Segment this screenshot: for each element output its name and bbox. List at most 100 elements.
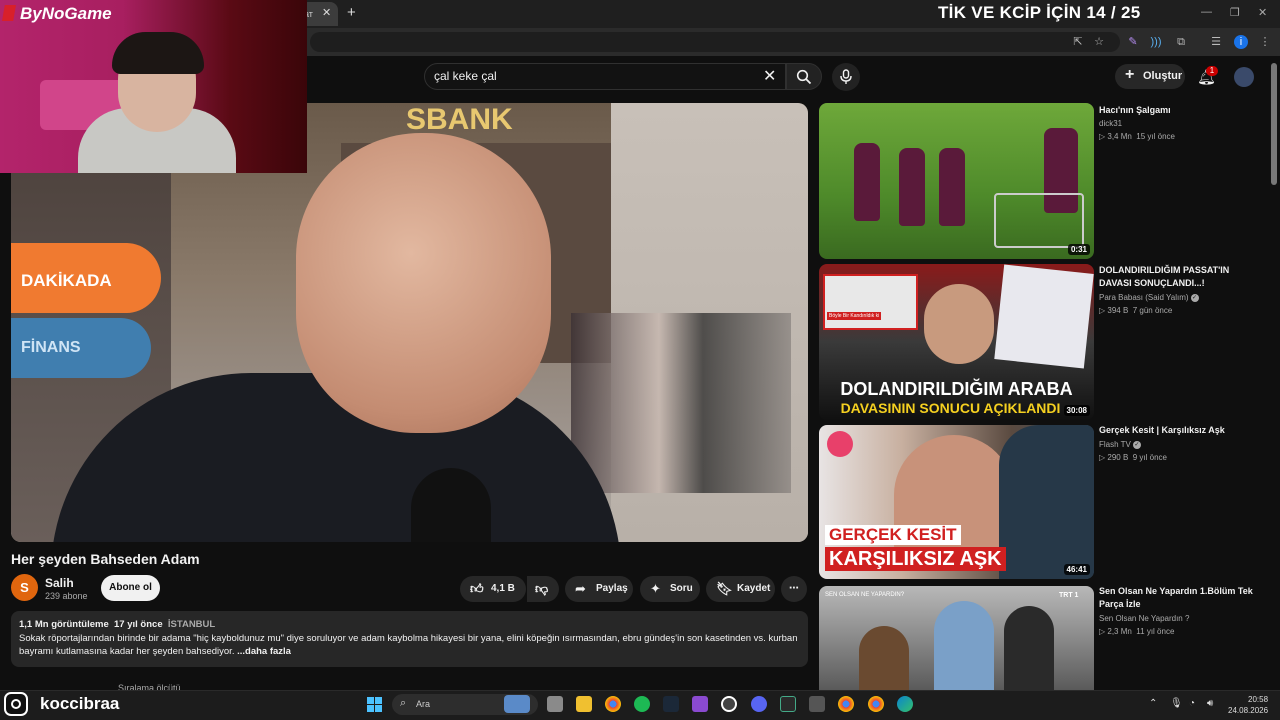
flash-tv-logo-icon <box>827 431 853 457</box>
bookmark-icon: 🔖︎ <box>716 581 733 596</box>
recommendation-title[interactable]: Hacı'nın Şalgamı <box>1099 104 1259 117</box>
spotify-icon[interactable] <box>634 696 650 712</box>
file-explorer-icon[interactable] <box>576 696 592 712</box>
page-scrollbar[interactable] <box>1271 63 1277 185</box>
more-actions-button[interactable]: ⋯ <box>781 576 807 602</box>
thumb-cart <box>994 193 1084 248</box>
media-player-icon[interactable] <box>780 696 796 712</box>
extension-audio-icon[interactable]: ))) <box>1149 35 1163 49</box>
recommendation-title[interactable]: Gerçek Kesit | Karşılıksız Aşk <box>1099 424 1259 437</box>
profile-icon[interactable]: i <box>1234 35 1248 49</box>
view-count: 1,1 Mn görüntüleme <box>19 619 109 630</box>
search-highlight-icon <box>504 695 530 713</box>
location-tag[interactable]: İSTANBUL <box>168 619 215 630</box>
thumb-inset-text: Böyle Bir Kandırıldık ki <box>827 312 882 320</box>
microphone-tray-icon[interactable]: 🎙︎ <box>1170 698 1183 709</box>
share-arrow-icon: ➦ <box>575 581 586 596</box>
volume-icon[interactable]: 🔊︎ <box>1207 698 1213 709</box>
app-icon[interactable] <box>809 696 825 712</box>
recommendation-title[interactable]: Sen Olsan Ne Yapardın 1.Bölüm Tek Parça … <box>1099 585 1259 611</box>
recommendation-channel[interactable]: Sen Olsan Ne Yapardın ? <box>1099 614 1189 623</box>
tray-overflow-chevron-icon[interactable]: ⌃ <box>1149 698 1157 709</box>
share-button[interactable]: ➦ Paylaş <box>565 576 633 602</box>
close-window-icon[interactable]: ✕ <box>1258 6 1267 19</box>
reading-list-icon[interactable]: ☰ <box>1209 35 1223 49</box>
thumb-bottle <box>899 148 925 226</box>
instagram-handle: koccibraa <box>40 694 120 713</box>
windows-start-icon[interactable] <box>367 697 382 712</box>
windows-logo-icon <box>367 697 382 712</box>
recommendation-thumbnail[interactable]: SEN OLSAN NE YAPARDIN? TRT 1 <box>819 586 1094 690</box>
thumb-caption-2: DAVASININ SONUCU AÇIKLANDI <box>840 400 1061 416</box>
network-icon[interactable]: ◔ <box>1189 698 1195 709</box>
recommendation-title[interactable]: DOLANDIRILDIĞIM PASSAT'IN DAVASI SONUÇLA… <box>1099 264 1259 290</box>
thumb-caption: DOLANDIRILDIĞIM ARABA <box>840 379 1073 399</box>
verified-check-icon: ✓ <box>1132 440 1141 449</box>
description-body: Sokak röportajlarından birinde bir adama… <box>19 633 798 657</box>
search-button[interactable] <box>786 63 822 90</box>
recommendation-channel-name: Para Babası (Said Yalım) <box>1099 293 1189 302</box>
account-avatar[interactable] <box>1234 67 1254 87</box>
twitch-app-icon[interactable] <box>692 696 708 712</box>
chrome-icon[interactable] <box>605 696 621 712</box>
recommendation-views: 3,4 Mn <box>1107 132 1132 141</box>
recommendation-thumbnail[interactable]: Böyle Bir Kandırıldık ki DOLANDIRILDIĞIM… <box>819 264 1094 420</box>
taskbar-clock[interactable]: 20:58 24.08.2026 <box>1228 694 1268 716</box>
video-man-head <box>296 133 551 433</box>
maximize-icon[interactable]: ❐ <box>1230 6 1240 19</box>
recommendation-channel[interactable]: Para Babası (Said Yalım) ✓ <box>1099 293 1199 302</box>
video-crowd <box>571 313 791 493</box>
chrome-profile-icon[interactable] <box>838 696 854 712</box>
recommendation-channel[interactable]: Flash TV ✓ <box>1099 440 1141 449</box>
task-view-icon[interactable] <box>547 696 563 712</box>
instagram-icon <box>4 692 28 716</box>
video-title: Her şeyden Bahseden Adam <box>11 551 200 567</box>
recommendation-thumbnail[interactable]: GERÇEK KESİT KARŞILIKSIZ AŞK 46:41 <box>819 425 1094 579</box>
thumb-caption: SEN OLSAN NE YAPARDIN? <box>825 592 905 598</box>
thumb-person <box>859 626 909 690</box>
dislike-button[interactable]: 👎︎ <box>527 576 559 602</box>
recommendation-thumbnail[interactable]: 0:31 <box>819 103 1094 259</box>
recommendation-age: 15 yıl önce <box>1136 132 1175 141</box>
video-bank-sign: SBANK <box>406 103 513 136</box>
save-button[interactable]: 🔖︎ Kaydet <box>706 576 775 602</box>
create-button[interactable]: + Oluştur <box>1115 64 1185 89</box>
thumb-man <box>999 425 1094 579</box>
chrome-profile-2-icon[interactable] <box>868 696 884 712</box>
thumb-person <box>934 601 994 690</box>
taskbar-search[interactable]: ⌕ Ara <box>392 694 538 715</box>
channel-avatar[interactable]: S <box>11 574 38 601</box>
recommendation-channel[interactable]: dick31 <box>1099 119 1122 128</box>
subscribe-button[interactable]: Abone ol <box>101 575 160 601</box>
clock-time: 20:58 <box>1248 695 1269 704</box>
clear-search-icon[interactable]: ✕ <box>763 66 776 86</box>
extensions-puzzle-icon[interactable]: ⧉ <box>1174 35 1188 49</box>
recommendation-views: 2,3 Mn <box>1107 627 1132 636</box>
duration-badge: 0:31 <box>1067 244 1090 255</box>
install-app-icon[interactable]: ⇱ <box>1071 35 1085 49</box>
obs-icon[interactable] <box>721 696 737 712</box>
edge-icon[interactable] <box>897 696 913 712</box>
voice-search-button[interactable] <box>832 63 860 91</box>
recommendation-meta: ▷ 2,3 Mn 11 yıl önce <box>1099 627 1175 636</box>
minimize-icon[interactable]: — <box>1201 6 1212 18</box>
bookmark-star-icon[interactable]: ☆ <box>1092 35 1106 49</box>
show-more-link[interactable]: ...daha fazla <box>237 646 291 657</box>
notification-count-badge: 1 <box>1206 66 1218 76</box>
like-button[interactable]: 👍︎ 4,1 B <box>460 576 526 602</box>
like-count: 4,1 B <box>491 583 515 594</box>
plus-icon[interactable]: + <box>347 4 356 21</box>
channel-name[interactable]: Salih <box>45 576 74 590</box>
menu-kebab-icon[interactable]: ⋮ <box>1258 35 1272 49</box>
close-tab-icon[interactable]: ✕ <box>322 6 331 19</box>
clock-date: 24.08.2026 <box>1228 706 1269 715</box>
thumbs-up-icon: 👍︎ <box>470 581 484 596</box>
ask-button[interactable]: ✦ Soru <box>640 576 700 602</box>
extension-feather-icon[interactable]: ✎ <box>1126 35 1140 49</box>
thumb-caption-2: KARŞILIKSIZ AŞK <box>825 547 1006 571</box>
search-icon: ⌕ <box>400 697 407 709</box>
url-field[interactable] <box>310 32 1120 52</box>
discord-icon[interactable] <box>751 696 767 712</box>
search-icon <box>796 69 812 85</box>
steam-icon[interactable] <box>663 696 679 712</box>
